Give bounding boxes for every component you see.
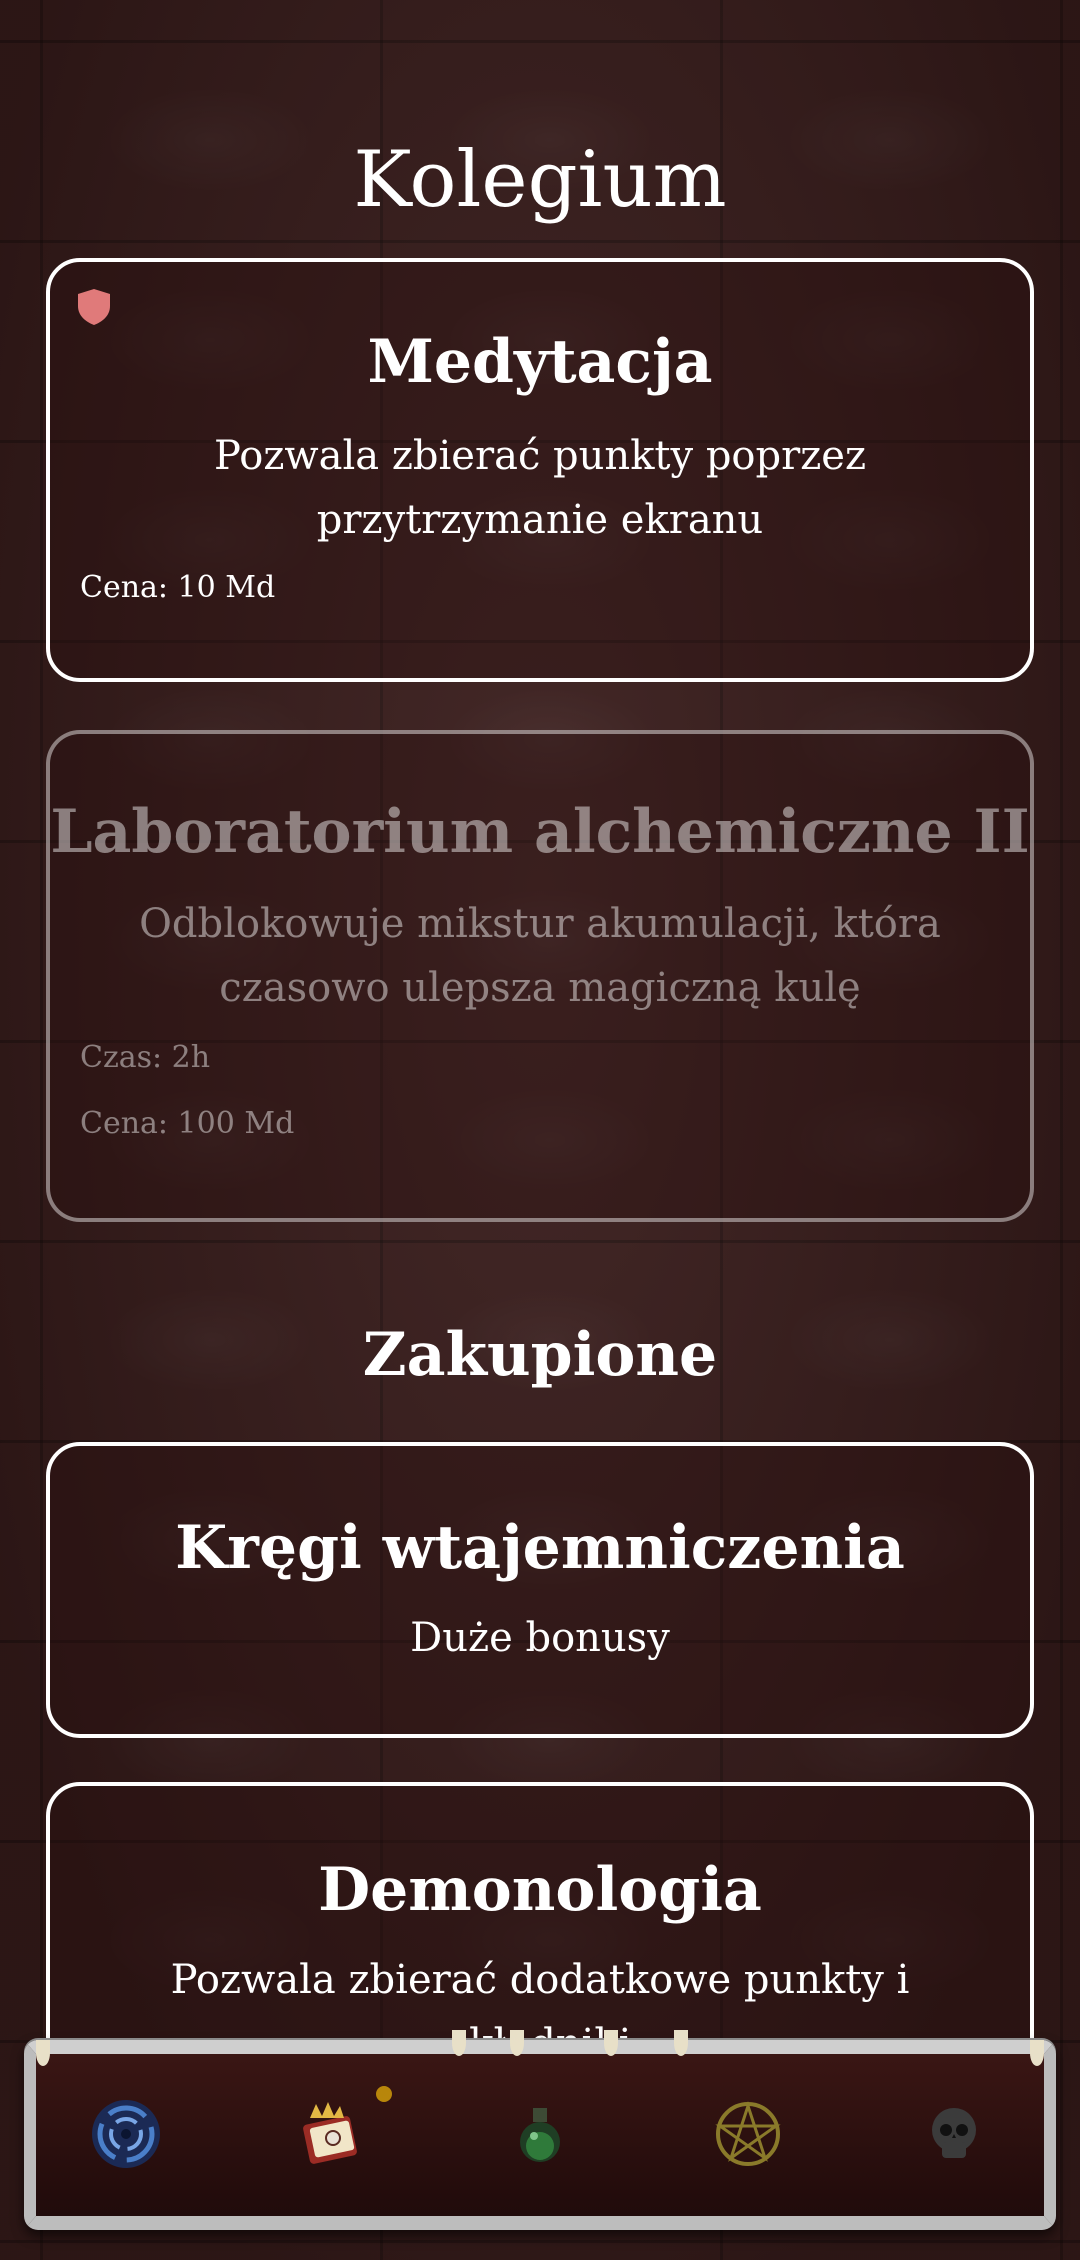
decor-fang [510, 2030, 524, 2056]
card-cost: Cena: 10 Md [80, 570, 276, 605]
shield-icon [78, 289, 110, 325]
page-title: Kolegium [353, 135, 727, 225]
card-cost: Cena: 100 Md [80, 1106, 295, 1141]
decor-fang [452, 2030, 466, 2056]
notification-dot [376, 2086, 392, 2102]
card-title: Demonologia [318, 1855, 762, 1925]
purchased-card-kregi: Kręgi wtajemniczenia Duże bonusy [46, 1442, 1034, 1738]
decor-fang [604, 2030, 618, 2056]
nav-skull[interactable] [916, 2096, 992, 2172]
decor-fang [674, 2030, 688, 2056]
card-description: Odblokowuje mikstur akumulacji, która cz… [139, 901, 941, 1011]
nav-pentagram[interactable] [710, 2096, 786, 2172]
upgrade-card-laboratorium[interactable]: Laboratorium alchemiczne II Odblokowuje … [46, 730, 1034, 1222]
card-title: Medytacja [367, 327, 713, 397]
potion-icon [520, 2108, 560, 2162]
spellbook-icon [303, 2102, 357, 2164]
decor-fang [1030, 2040, 1044, 2066]
skull-icon [932, 2108, 976, 2158]
card-title: Kręgi wtajemniczenia [175, 1513, 905, 1583]
vortex-icon [92, 2100, 160, 2168]
upgrade-card-medytacja[interactable]: Medytacja Pozwala zbierać punkty poprzez… [46, 258, 1034, 682]
nav-spellbook[interactable] [296, 2096, 372, 2172]
card-description: Duże bonusy [410, 1615, 670, 1661]
section-title-purchased: Zakupione [362, 1320, 718, 1390]
pentagram-icon [715, 2101, 781, 2166]
nav-vortex[interactable] [88, 2096, 164, 2172]
purchased-card-demonologia: Demonologia Pozwala zbierać dodatkowe pu… [46, 1782, 1034, 2082]
card-description: Pozwala zbierać punkty poprzez przytrzym… [213, 433, 867, 543]
nav-potion[interactable] [502, 2096, 578, 2172]
card-title: Laboratorium alchemiczne II [50, 797, 1030, 867]
decor-fang [36, 2040, 50, 2066]
card-time: Czas: 2h [80, 1040, 211, 1075]
